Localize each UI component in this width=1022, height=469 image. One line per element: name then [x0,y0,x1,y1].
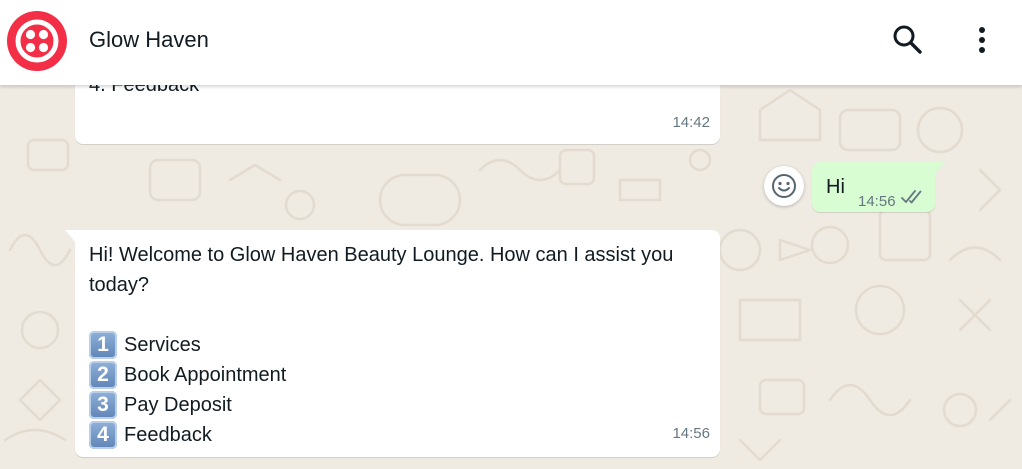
message-time: 14:56 [858,193,896,210]
keycap-4-icon: 4 [89,421,117,449]
menu-option-pay-deposit: 3 Pay Deposit [89,390,702,420]
emoji-smile-icon [772,174,796,198]
menu-option-services: 1 Services [89,330,702,360]
message-time: 14:56 [672,425,710,442]
twilio-logo-icon[interactable] [6,10,68,72]
outgoing-message: Hi 14:56 [812,162,945,212]
message-text: Hi [826,176,845,198]
search-icon[interactable] [890,22,924,56]
reaction-button[interactable] [764,166,804,206]
message-body: Hi! Welcome to Glow Haven Beauty Lounge.… [89,240,702,450]
menu-option-feedback: 4 Feedback [89,420,702,450]
keycap-3-icon: 3 [89,391,117,419]
bubble-tail [933,162,945,176]
option-label: Pay Deposit [124,394,232,416]
contact-name[interactable]: Glow Haven [89,27,209,53]
chat-header: Glow Haven [0,0,1022,85]
option-label: Feedback [124,424,212,446]
keycap-2-icon: 2 [89,361,117,389]
incoming-message: Hi! Welcome to Glow Haven Beauty Lounge.… [65,230,720,457]
option-label: Book Appointment [124,364,287,386]
keycap-1-icon: 1 [89,331,117,359]
bubble-tail [65,230,77,244]
message-time: 14:42 [672,114,710,131]
more-vertical-icon[interactable] [970,24,994,56]
menu-option-book-appointment: 2 Book Appointment [89,360,702,390]
option-label: Services [124,334,201,356]
menu-options: 1 Services 2 Book Appointment 3 Pay Depo… [89,330,702,450]
message-text: Hi! Welcome to Glow Haven Beauty Lounge.… [89,244,674,296]
double-check-icon [901,190,922,204]
